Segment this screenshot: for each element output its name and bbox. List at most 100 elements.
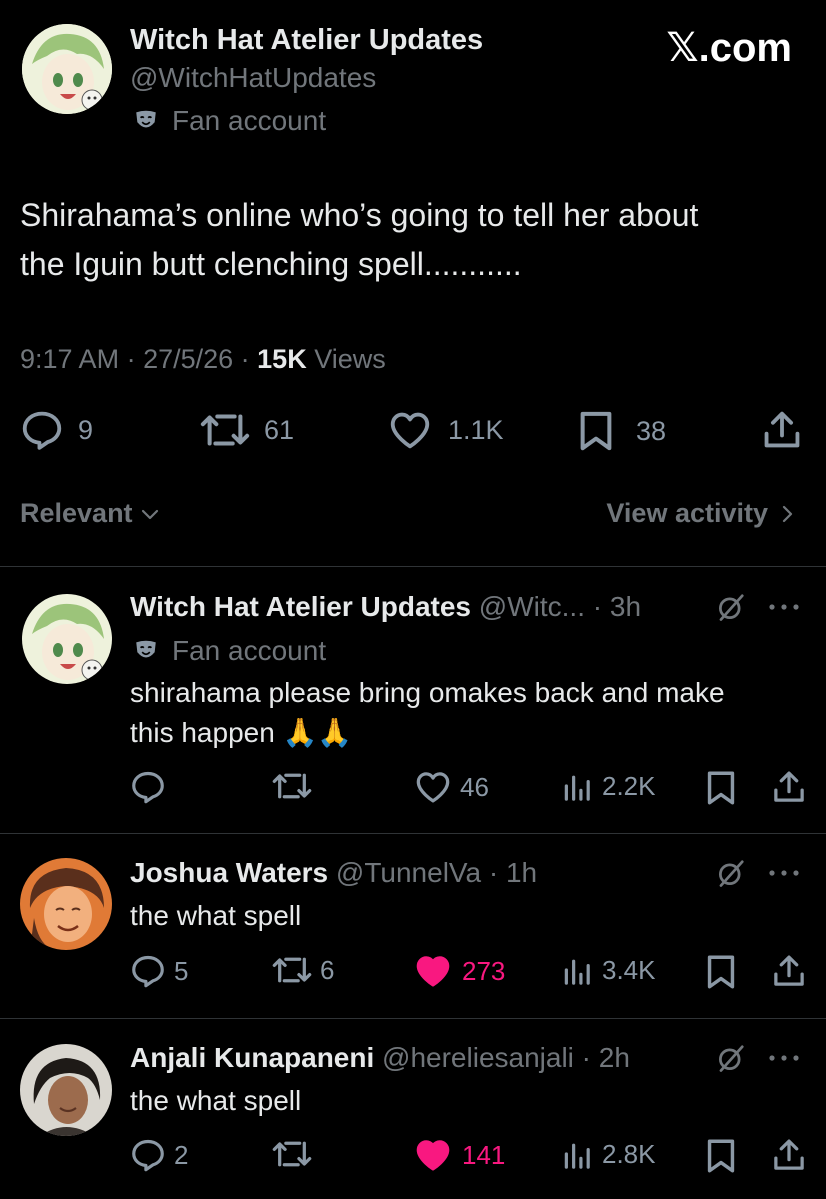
reply-age[interactable]: 3h — [610, 591, 641, 622]
more-options-button[interactable] — [766, 600, 802, 614]
avatar[interactable] — [22, 594, 112, 684]
views-count: 3.4K — [602, 954, 656, 985]
more-options-button[interactable] — [766, 866, 802, 880]
repost-button[interactable] — [272, 770, 320, 802]
heart-icon — [390, 412, 430, 449]
reply-age[interactable]: 1h — [506, 857, 537, 888]
like-count: 46 — [460, 771, 489, 802]
repost-icon — [200, 414, 250, 446]
reply-text-line-2: this happen 🙏🙏 — [130, 717, 353, 748]
fan-account-label: Fan account — [172, 105, 327, 136]
more-icon — [769, 870, 799, 876]
view-activity-link[interactable]: View activity — [606, 498, 798, 529]
reply-count: 9 — [78, 414, 94, 445]
sort-label: Relevant — [20, 498, 133, 528]
like-button[interactable]: 1.1K — [388, 410, 504, 450]
repost-icon — [272, 1141, 312, 1167]
reply-header: Joshua Waters @TunnelVa · 1h — [130, 854, 537, 892]
view-activity-label: View activity — [606, 498, 768, 528]
reply-count: 2 — [174, 1139, 189, 1170]
grok-button[interactable] — [716, 592, 746, 622]
meta-dot: · — [573, 1042, 599, 1073]
reply-button[interactable]: 5 — [130, 954, 188, 988]
bar-chart-icon — [564, 959, 590, 985]
reply-text-line-1: the what spell — [130, 900, 302, 931]
grok-icon — [719, 1045, 744, 1072]
avatar-illustration — [20, 858, 112, 950]
meta-dot: · — [119, 344, 144, 374]
avatar-illustration — [22, 594, 112, 684]
grok-button[interactable] — [716, 858, 746, 888]
reply-header: Anjali Kunapaneni @hereliesanjali · 2h — [130, 1039, 630, 1077]
like-button[interactable]: 141 — [414, 1138, 505, 1172]
avatar-illustration — [22, 24, 112, 114]
tweet-meta: 9:17 AM · 27/5/26 · 15K Views — [20, 340, 386, 378]
reply-icon — [22, 411, 62, 450]
tweet-date[interactable]: 27/5/26 — [143, 344, 233, 374]
bookmark-icon — [707, 1139, 735, 1173]
author-name[interactable]: Witch Hat Atelier Updates — [130, 22, 483, 58]
share-button[interactable] — [772, 954, 806, 988]
bookmark-icon — [580, 411, 612, 451]
heart-icon — [416, 1140, 450, 1171]
avatar-illustration — [20, 1044, 112, 1136]
like-count: 141 — [462, 1139, 506, 1170]
bookmark-count: 38 — [636, 415, 667, 446]
share-button[interactable] — [762, 410, 802, 450]
like-button[interactable]: 46 — [414, 770, 489, 804]
like-count: 273 — [462, 955, 506, 986]
theater-mask-icon — [133, 108, 159, 134]
reply-icon — [132, 771, 164, 804]
reply-age[interactable]: 2h — [599, 1042, 630, 1073]
author-handle[interactable]: @Witc... — [479, 591, 585, 622]
avatar[interactable] — [20, 1044, 112, 1136]
bookmark-button[interactable] — [706, 1138, 736, 1174]
author-handle[interactable]: @TunnelVa — [336, 857, 481, 888]
reply-header: Witch Hat Atelier Updates @Witc... · 3h — [130, 588, 641, 626]
tweet-time[interactable]: 9:17 AM — [20, 344, 119, 374]
meta-dot: · — [584, 591, 610, 622]
tweet-text-line-2: the Iguin butt clenching spell..........… — [20, 246, 522, 282]
heart-icon — [416, 772, 450, 803]
tweet-text-line-1: Shirahama’s online who’s going to tell h… — [20, 197, 699, 233]
views-button[interactable]: 2.2K — [562, 770, 656, 802]
heart-icon — [416, 956, 450, 987]
grok-icon — [719, 860, 744, 887]
x-logo: 𝕏.com — [666, 26, 792, 70]
views-button[interactable]: 2.8K — [562, 1138, 656, 1170]
fan-account-label: Fan account — [172, 635, 327, 666]
share-button[interactable] — [772, 770, 806, 804]
meta-dot: · — [481, 857, 506, 888]
repost-button[interactable] — [272, 1138, 320, 1170]
sort-dropdown[interactable]: Relevant — [20, 498, 161, 529]
views-count: 2.8K — [602, 1138, 656, 1169]
repost-icon — [272, 957, 312, 983]
like-button[interactable]: 273 — [414, 954, 505, 988]
views-button[interactable]: 3.4K — [562, 954, 656, 986]
reply-text-line-1: the what spell — [130, 1085, 302, 1116]
share-icon — [774, 771, 804, 802]
reply-icon — [132, 1139, 164, 1172]
author-name[interactable]: Witch Hat Atelier Updates — [130, 591, 471, 622]
avatar[interactable] — [22, 24, 112, 114]
author-handle[interactable]: @hereliesanjali — [382, 1042, 574, 1073]
grok-button[interactable] — [716, 1043, 746, 1073]
divider — [0, 833, 826, 834]
repost-button[interactable]: 6 — [272, 954, 334, 986]
repost-button[interactable]: 61 — [200, 410, 294, 450]
reply-button[interactable]: 9 — [20, 410, 93, 450]
more-options-button[interactable] — [766, 1051, 802, 1065]
bookmark-button[interactable] — [706, 954, 736, 990]
reply-icon — [132, 955, 164, 988]
author-handle[interactable]: @WitchHatUpdates — [130, 60, 376, 96]
reply-button[interactable] — [130, 770, 174, 804]
share-button[interactable] — [772, 1138, 806, 1172]
author-name[interactable]: Anjali Kunapaneni — [130, 1042, 374, 1073]
avatar[interactable] — [20, 858, 112, 950]
author-name[interactable]: Joshua Waters — [130, 857, 328, 888]
more-icon — [769, 1055, 799, 1061]
reply-button[interactable]: 2 — [130, 1138, 188, 1172]
bookmark-button[interactable]: 38 — [578, 410, 666, 452]
bookmark-button[interactable] — [706, 770, 736, 806]
reply-count: 5 — [174, 955, 189, 986]
